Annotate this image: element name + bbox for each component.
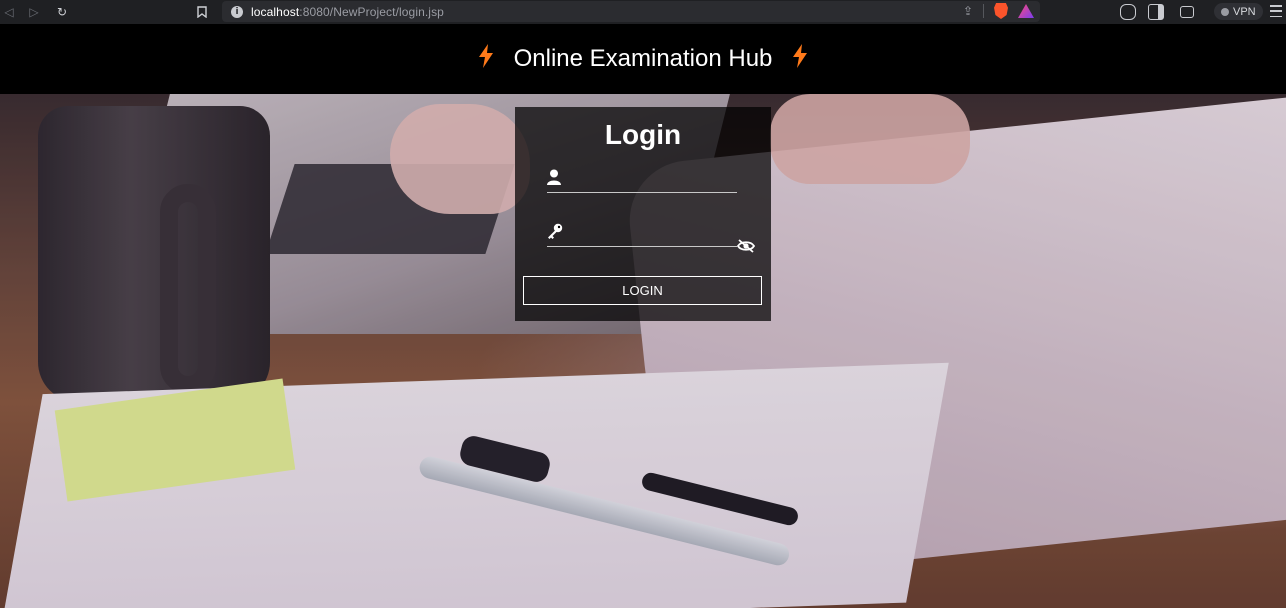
eye-slash-icon[interactable] [736, 239, 756, 253]
separator [983, 4, 984, 18]
login-title: Login [604, 119, 682, 150]
back-icon[interactable]: ◁ [0, 3, 18, 21]
forward-icon[interactable]: ▷ [25, 3, 43, 21]
brave-rewards-icon[interactable] [1018, 4, 1034, 18]
password-input[interactable] [571, 221, 731, 243]
key-icon [547, 223, 563, 243]
url-path: :8080/NewProject/login.jsp [299, 4, 444, 19]
user-icon [547, 169, 561, 189]
url-host: localhost [251, 4, 300, 19]
sidebar-icon[interactable] [1148, 4, 1164, 20]
login-button[interactable]: LOGIN [523, 276, 762, 305]
wallet-icon[interactable] [1180, 6, 1194, 18]
browser-toolbar: ◁ ▷ ↻ i localhost:8080/NewProject/login.… [0, 0, 1286, 24]
url-text[interactable]: localhost:8080/NewProject/login.jsp [251, 5, 444, 19]
vpn-button[interactable]: VPN [1214, 3, 1263, 20]
address-bar[interactable]: i localhost:8080/NewProject/login.jsp ⇪ [222, 1, 1040, 22]
login-panel: Login LOGIN [515, 107, 771, 321]
password-field [547, 217, 737, 247]
lightning-bolt-icon [792, 44, 808, 74]
username-input[interactable] [571, 167, 731, 189]
lightning-bolt-icon [478, 44, 494, 74]
reload-icon[interactable]: ↻ [53, 3, 71, 21]
vpn-label: VPN [1233, 5, 1256, 18]
vpn-status-icon [1221, 7, 1229, 16]
info-icon[interactable]: i [231, 5, 243, 18]
share-icon[interactable]: ⇪ [963, 4, 973, 18]
extensions-icon[interactable] [1120, 4, 1136, 20]
site-title: Online Examination Hub [513, 45, 773, 72]
bookmark-icon[interactable] [193, 3, 211, 21]
site-header: Online Examination Hub [0, 24, 1286, 94]
menu-icon[interactable] [1270, 5, 1282, 17]
brave-shields-icon[interactable] [994, 3, 1008, 19]
username-field [547, 163, 737, 193]
